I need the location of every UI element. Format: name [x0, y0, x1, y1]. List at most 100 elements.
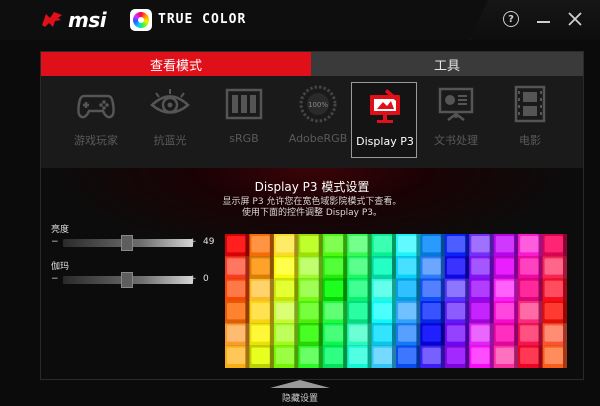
cube	[542, 301, 567, 324]
brightness-decrease[interactable]: −	[51, 237, 59, 247]
cube	[420, 278, 445, 301]
cube	[249, 256, 274, 279]
cube	[322, 278, 348, 301]
mode-srgb[interactable]: sRGB	[211, 84, 277, 156]
mode-label: 抗蓝光	[153, 134, 187, 147]
mode-selector: 游戏玩家 抗蓝光 sRGB 100% AdobeRGB Display P3 文…	[41, 76, 583, 168]
mode-display-p3[interactable]: Display P3	[351, 82, 417, 158]
cube	[225, 256, 250, 279]
mode-movie[interactable]: 电影	[497, 84, 563, 156]
cube	[298, 278, 323, 301]
brightness-increase[interactable]: +	[189, 237, 197, 247]
minimize-icon	[536, 21, 550, 23]
panel-title: Display P3 模式设置	[254, 180, 370, 194]
cube	[469, 256, 494, 279]
cube	[371, 345, 396, 368]
cube	[396, 345, 421, 368]
panel-description: 显示屏 P3 允许您在宽色域影院模式下查看。 使用下面的控件调整 Display…	[41, 197, 583, 219]
mode-office[interactable]: 文书处理	[423, 84, 489, 156]
cube	[347, 301, 372, 324]
gamma-value: 0	[203, 274, 209, 284]
tab-view-mode[interactable]: 查看模式	[41, 52, 311, 76]
cube	[469, 345, 494, 368]
cube	[469, 323, 494, 346]
cube	[518, 256, 543, 279]
cube	[493, 278, 519, 301]
cube	[371, 323, 396, 346]
cube	[396, 323, 421, 346]
cube	[444, 256, 470, 279]
cube	[273, 234, 299, 257]
brightness-slider-thumb[interactable]	[120, 235, 133, 251]
cube	[493, 256, 519, 279]
gamepad-icon	[77, 94, 115, 119]
hide-settings-label: 隐藏设置	[281, 394, 318, 404]
gamma-label: 伽玛	[51, 262, 70, 272]
cube	[420, 256, 445, 279]
cube	[273, 301, 299, 324]
cube	[444, 345, 470, 368]
mode-label: 电影	[519, 134, 541, 147]
cube	[225, 301, 250, 324]
msi-dragon-icon	[42, 12, 62, 27]
mode-label: sRGB	[229, 132, 259, 145]
collapse-arrow-icon	[270, 380, 330, 388]
cube	[469, 278, 494, 301]
film-icon	[514, 85, 546, 123]
cube	[469, 301, 494, 324]
cube	[273, 323, 299, 346]
help-icon: ?	[503, 11, 519, 27]
cube	[420, 301, 445, 324]
cube	[518, 301, 543, 324]
description-line: 使用下面的控件调整 Display P3。	[241, 208, 383, 218]
cube	[322, 301, 348, 324]
cube	[444, 234, 470, 257]
cube	[396, 234, 421, 257]
brightness-value: 49	[203, 237, 215, 247]
cube	[518, 323, 543, 346]
close-button[interactable]	[564, 8, 586, 30]
mode-anti-blue[interactable]: 抗蓝光	[137, 84, 203, 156]
cube	[518, 278, 543, 301]
cube	[322, 234, 348, 257]
adobergb-gauge-icon: 100%	[299, 85, 337, 123]
true-color-logo-icon	[130, 9, 152, 31]
cube	[273, 278, 299, 301]
cube	[347, 323, 372, 346]
cube	[371, 234, 396, 257]
cube	[322, 345, 348, 368]
cube	[542, 345, 567, 368]
cube	[444, 323, 470, 346]
settings-panel: Display P3 模式设置 显示屏 P3 允许您在宽色域影院模式下查看。 使…	[41, 168, 583, 379]
cube	[469, 234, 494, 257]
cube	[225, 234, 250, 257]
cube	[249, 234, 274, 257]
description-line: 显示屏 P3 允许您在宽色域影院模式下查看。	[222, 197, 402, 207]
mode-gamer[interactable]: 游戏玩家	[63, 84, 129, 156]
cube	[298, 301, 323, 324]
cube	[518, 234, 543, 257]
mode-adobergb[interactable]: 100% AdobeRGB	[285, 84, 351, 156]
cube	[518, 345, 543, 368]
cube	[347, 234, 372, 257]
cube	[225, 323, 250, 346]
close-icon	[568, 12, 582, 26]
mode-label: Display P3	[356, 135, 414, 148]
cube	[298, 345, 323, 368]
tab-tools[interactable]: 工具	[311, 52, 583, 76]
display-p3-icon	[370, 89, 400, 123]
cube	[273, 345, 299, 368]
cube	[347, 345, 372, 368]
rainbow-cubes-image	[225, 234, 567, 368]
cube	[322, 323, 348, 346]
gamma-slider-thumb[interactable]	[120, 272, 133, 288]
help-button[interactable]: ?	[500, 8, 522, 30]
cube	[225, 278, 250, 301]
mode-label: AdobeRGB	[288, 132, 348, 145]
minimize-button[interactable]	[532, 8, 554, 30]
cube	[225, 345, 250, 368]
gamma-increase[interactable]: +	[189, 274, 197, 284]
hide-settings-button[interactable]: 隐藏设置	[260, 380, 340, 406]
tab-bar: 查看模式 工具	[41, 52, 583, 76]
gamma-decrease[interactable]: −	[51, 274, 59, 284]
